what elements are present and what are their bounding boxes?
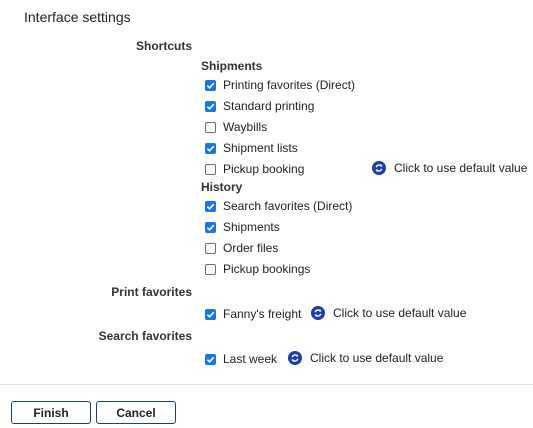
shortcut-printing-favorites[interactable]: Printing favorites (Direct) <box>205 76 355 94</box>
search-favorite-item[interactable]: Last week <box>205 350 277 368</box>
shortcut-waybills[interactable]: Waybills <box>205 118 267 136</box>
checkmark-icon <box>206 203 215 210</box>
shortcut-history-shipments[interactable]: Shipments <box>205 218 280 236</box>
page-title: Interface settings <box>24 9 131 25</box>
checkbox-label: Order files <box>223 241 279 255</box>
checkmark-icon <box>206 311 215 318</box>
checkbox[interactable] <box>205 163 216 175</box>
checkmark-icon <box>206 82 215 89</box>
default-value-link-label: Click to use default value <box>310 351 444 365</box>
shortcut-search-favorites[interactable]: Search favorites (Direct) <box>205 197 352 215</box>
checkbox[interactable] <box>205 242 216 254</box>
default-value-link-label: Click to use default value <box>394 161 528 175</box>
shortcut-pickup-booking[interactable]: Pickup booking <box>205 160 304 178</box>
finish-button[interactable]: Finish <box>11 401 91 424</box>
shortcut-pickup-bookings[interactable]: Pickup bookings <box>205 260 310 278</box>
print-favorite-item[interactable]: Fanny's freight <box>205 305 301 323</box>
checkbox[interactable] <box>205 221 216 233</box>
checkbox-label: Last week <box>223 352 278 366</box>
default-value-link-label: Click to use default value <box>333 306 467 320</box>
shortcuts-label: Shortcuts <box>135 39 192 53</box>
history-group-label: History <box>201 180 243 194</box>
checkmark-icon <box>206 224 215 231</box>
footer-divider <box>0 384 533 385</box>
checkbox[interactable] <box>205 263 216 275</box>
shortcuts-default-value-link[interactable]: Click to use default value <box>372 159 527 177</box>
checkbox[interactable] <box>205 79 216 91</box>
print-favorites-label: Print favorites <box>111 285 192 299</box>
shortcut-shipment-lists[interactable]: Shipment lists <box>205 139 298 157</box>
checkmark-icon <box>206 356 215 363</box>
checkbox-label: Fanny's freight <box>223 307 302 321</box>
shipments-group-label: Shipments <box>201 59 263 73</box>
checkbox-label: Waybills <box>223 120 268 134</box>
search-favorites-default-value-link[interactable]: Click to use default value <box>288 349 443 367</box>
cancel-button[interactable]: Cancel <box>96 401 176 424</box>
checkbox-label: Printing favorites (Direct) <box>223 78 356 92</box>
reset-icon <box>288 351 302 365</box>
checkmark-icon <box>206 145 215 152</box>
checkbox[interactable] <box>205 100 216 112</box>
reset-icon <box>311 306 325 320</box>
checkbox-label: Shipments <box>223 220 280 234</box>
shortcut-standard-printing[interactable]: Standard printing <box>205 97 314 115</box>
checkbox[interactable] <box>205 121 216 133</box>
checkbox[interactable] <box>205 308 216 320</box>
shortcut-order-files[interactable]: Order files <box>205 239 278 257</box>
search-favorites-label: Search favorites <box>98 329 192 343</box>
checkbox[interactable] <box>205 142 216 154</box>
checkmark-icon <box>206 103 215 110</box>
checkbox-label: Pickup booking <box>223 162 305 176</box>
checkbox-label: Pickup bookings <box>223 262 311 276</box>
checkbox-label: Standard printing <box>223 99 315 113</box>
checkbox[interactable] <box>205 200 216 212</box>
checkbox-label: Shipment lists <box>223 141 298 155</box>
checkbox-label: Search favorites (Direct) <box>223 199 353 213</box>
print-favorites-default-value-link[interactable]: Click to use default value <box>311 304 466 322</box>
checkbox[interactable] <box>205 353 216 365</box>
reset-icon <box>372 161 386 175</box>
